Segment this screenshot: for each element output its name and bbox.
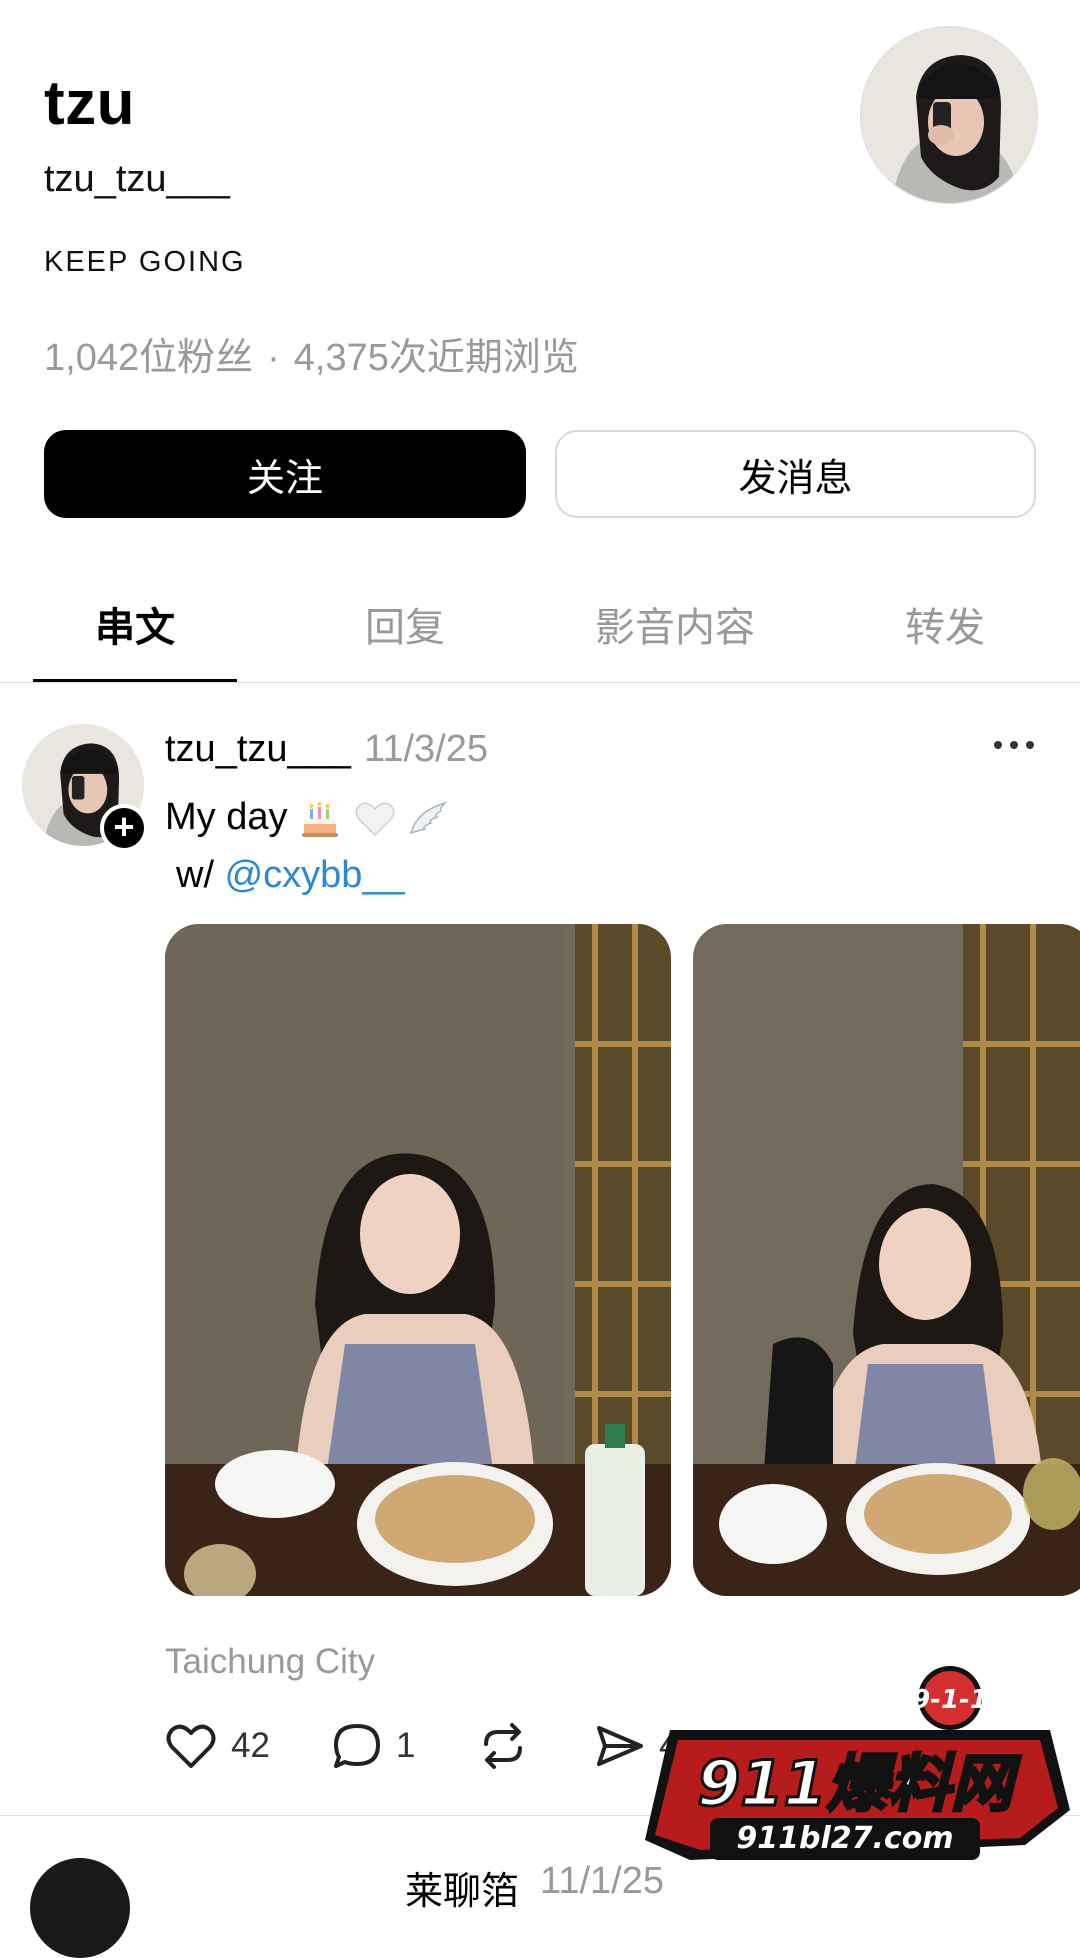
repost-button[interactable] <box>476 1722 544 1770</box>
next-post-username[interactable]: 莱聊箔 <box>405 1860 519 1915</box>
profile-avatar-image <box>861 27 1037 203</box>
comment-count: 1 <box>396 1726 416 1765</box>
with-prefix: w/ <box>176 854 214 896</box>
recent-views-count: 4,375次近期浏览 <box>293 337 579 379</box>
post-date: 11/3/25 <box>364 728 488 770</box>
watermark-main: 911爆料网 <box>697 1747 1021 1820</box>
profile-stats: 1,042位粉丝 · 4,375次近期浏览 <box>44 326 579 381</box>
post-text-line2: w/ @cxybb__ <box>176 854 405 897</box>
message-button[interactable]: 发消息 <box>555 430 1036 518</box>
heart-icon <box>166 1724 216 1768</box>
tab-media[interactable]: 影音内容 <box>540 595 810 650</box>
profile-username: tzu_tzu___ <box>44 158 230 200</box>
more-options-icon[interactable] <box>990 730 1038 760</box>
watermark-url: 911bl27.com <box>736 1821 953 1856</box>
post-text-line1: My day <box>165 796 451 841</box>
tabs-divider <box>0 682 1080 683</box>
profile-display-name: tzu <box>44 69 136 138</box>
tab-replies[interactable]: 回复 <box>270 595 540 650</box>
wing-emoji-icon <box>410 801 448 835</box>
post-photo-1-image <box>165 924 671 1596</box>
post-photo-2-image <box>693 924 1080 1596</box>
follow-button[interactable]: 关注 <box>44 430 526 518</box>
cake-emoji-icon <box>302 801 339 837</box>
mention-link[interactable]: @cxybb__ <box>225 854 405 896</box>
follow-plus-icon[interactable]: + <box>100 804 148 852</box>
watermark-top: 9-1-1 <box>912 1685 988 1715</box>
post-photo-1[interactable] <box>165 924 671 1596</box>
post-caption: My day <box>165 796 288 838</box>
active-tab-indicator <box>33 679 237 682</box>
repost-icon <box>484 1723 522 1769</box>
watermark-logo: 9-1-1 911爆料网 911bl27.com <box>645 1666 1070 1860</box>
stats-separator: · <box>267 337 280 379</box>
post-location[interactable]: Taichung City <box>165 1642 375 1682</box>
profile-avatar[interactable] <box>860 26 1038 204</box>
like-count: 42 <box>231 1726 270 1765</box>
next-post-avatar[interactable] <box>30 1858 130 1958</box>
tab-reposts[interactable]: 转发 <box>810 595 1080 650</box>
comment-button[interactable]: 1 <box>332 1722 415 1770</box>
post-username[interactable]: tzu_tzu___ <box>165 728 351 771</box>
white-heart-emoji-icon <box>355 802 395 837</box>
profile-bio: KEEP GOING <box>44 246 246 278</box>
tab-threads[interactable]: 串文 <box>0 595 270 650</box>
followers-count[interactable]: 1,042位粉丝 <box>44 337 253 379</box>
post-photo-2[interactable] <box>693 924 1080 1596</box>
like-button[interactable]: 42 <box>165 1722 270 1770</box>
comment-icon <box>334 1724 380 1768</box>
